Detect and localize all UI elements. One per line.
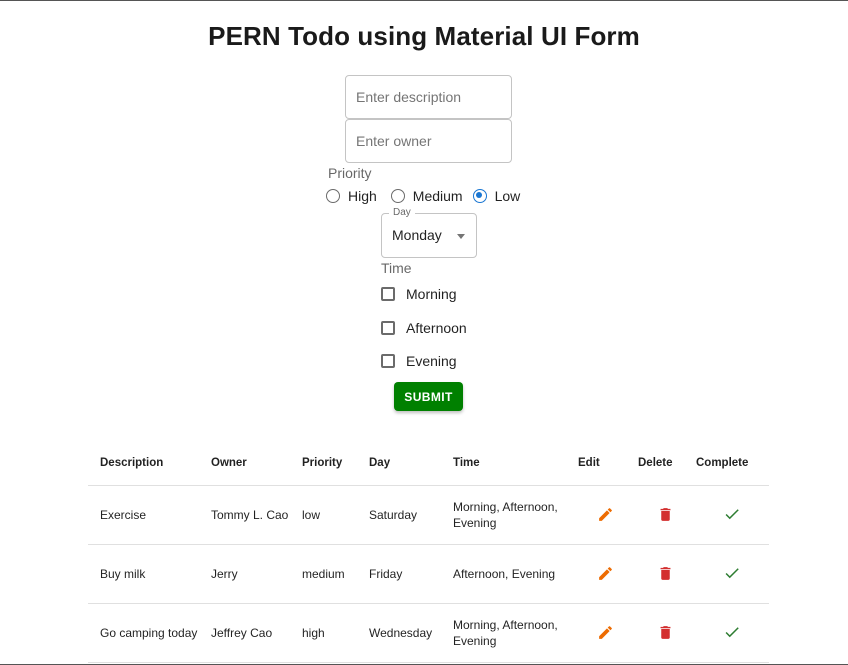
cell-priority: high <box>290 603 357 663</box>
cell-delete <box>636 603 695 663</box>
cell-description: Go camping today <box>88 603 199 663</box>
priority-option-low[interactable]: Low <box>472 188 521 204</box>
priority-option-high[interactable]: High <box>326 188 377 204</box>
cell-complete <box>695 485 769 545</box>
day-select-label: Day <box>389 207 415 218</box>
column-header-delete: Delete <box>636 441 695 486</box>
table-row: Buy milk Jerry medium Friday Afternoon, … <box>88 544 769 604</box>
time-option-evening[interactable]: Evening <box>381 353 457 369</box>
owner-input[interactable] <box>346 120 511 162</box>
cell-description: Exercise <box>88 485 199 545</box>
cell-owner: Tommy L. Cao <box>199 485 290 545</box>
time-label: Time <box>381 260 412 276</box>
cell-day: Wednesday <box>357 603 441 663</box>
table-header-row: Description Owner Priority Day Time Edit… <box>88 441 769 486</box>
cell-complete <box>695 544 769 604</box>
description-field[interactable] <box>345 75 512 119</box>
radio-button-medium[interactable] <box>390 189 405 203</box>
column-header-day: Day <box>357 441 441 486</box>
priority-label: Priority <box>328 165 372 181</box>
priority-option-label: Medium <box>412 188 463 204</box>
cell-time: Morning, Afternoon, Evening <box>441 603 574 663</box>
priority-option-medium[interactable]: Medium <box>390 188 463 204</box>
checkbox-afternoon[interactable] <box>381 321 395 335</box>
column-header-priority: Priority <box>290 441 357 486</box>
column-header-complete: Complete <box>695 441 769 486</box>
radio-button-low[interactable] <box>472 189 487 203</box>
pencil-icon[interactable] <box>594 503 616 525</box>
day-select-value: Monday <box>392 227 442 243</box>
cell-description: Buy milk <box>88 544 199 604</box>
day-select[interactable]: Day Monday <box>381 207 477 258</box>
check-icon[interactable] <box>721 562 743 584</box>
cell-day: Saturday <box>357 485 441 545</box>
cell-edit <box>574 485 636 545</box>
cell-edit <box>574 544 636 604</box>
pencil-icon[interactable] <box>594 562 616 584</box>
priority-radio-group: High Medium Low <box>326 188 529 204</box>
trash-icon[interactable] <box>655 562 677 584</box>
cell-complete <box>695 603 769 663</box>
dropdown-arrow-icon[interactable] <box>457 234 465 239</box>
priority-option-label: High <box>348 188 377 204</box>
cell-time: Afternoon, Evening <box>441 544 574 604</box>
page-title: PERN Todo using Material UI Form <box>208 21 640 51</box>
trash-icon[interactable] <box>655 621 677 643</box>
cell-owner: Jerry <box>199 544 290 604</box>
owner-field[interactable] <box>345 119 512 163</box>
cell-day: Friday <box>357 544 441 604</box>
cell-priority: medium <box>290 544 357 604</box>
time-option-afternoon[interactable]: Afternoon <box>381 320 467 336</box>
cell-priority: low <box>290 485 357 545</box>
check-icon[interactable] <box>721 621 743 643</box>
column-header-edit: Edit <box>574 441 636 486</box>
table-row: Exercise Tommy L. Cao low Saturday Morni… <box>88 485 769 545</box>
checkbox-morning[interactable] <box>381 287 395 301</box>
time-option-label: Afternoon <box>406 320 467 336</box>
column-header-time: Time <box>441 441 574 486</box>
trash-icon[interactable] <box>655 503 677 525</box>
pencil-icon[interactable] <box>594 621 616 643</box>
priority-option-label: Low <box>494 188 521 204</box>
time-option-label: Evening <box>406 353 457 369</box>
checkbox-evening[interactable] <box>381 354 395 368</box>
cell-owner: Jeffrey Cao <box>199 603 290 663</box>
radio-button-high[interactable] <box>326 189 340 203</box>
cell-delete <box>636 544 695 604</box>
todo-table: Description Owner Priority Day Time Edit… <box>88 441 769 663</box>
column-header-description: Description <box>88 441 199 486</box>
description-input[interactable] <box>346 76 511 118</box>
time-option-morning[interactable]: Morning <box>381 286 457 302</box>
cell-time: Morning, Afternoon, Evening <box>441 485 574 545</box>
time-option-label: Morning <box>406 286 457 302</box>
check-icon[interactable] <box>721 503 743 525</box>
column-header-owner: Owner <box>199 441 290 486</box>
cell-delete <box>636 485 695 545</box>
table-row: Go camping today Jeffrey Cao high Wednes… <box>88 603 769 663</box>
cell-edit <box>574 603 636 663</box>
submit-button[interactable]: Submit <box>394 382 463 411</box>
